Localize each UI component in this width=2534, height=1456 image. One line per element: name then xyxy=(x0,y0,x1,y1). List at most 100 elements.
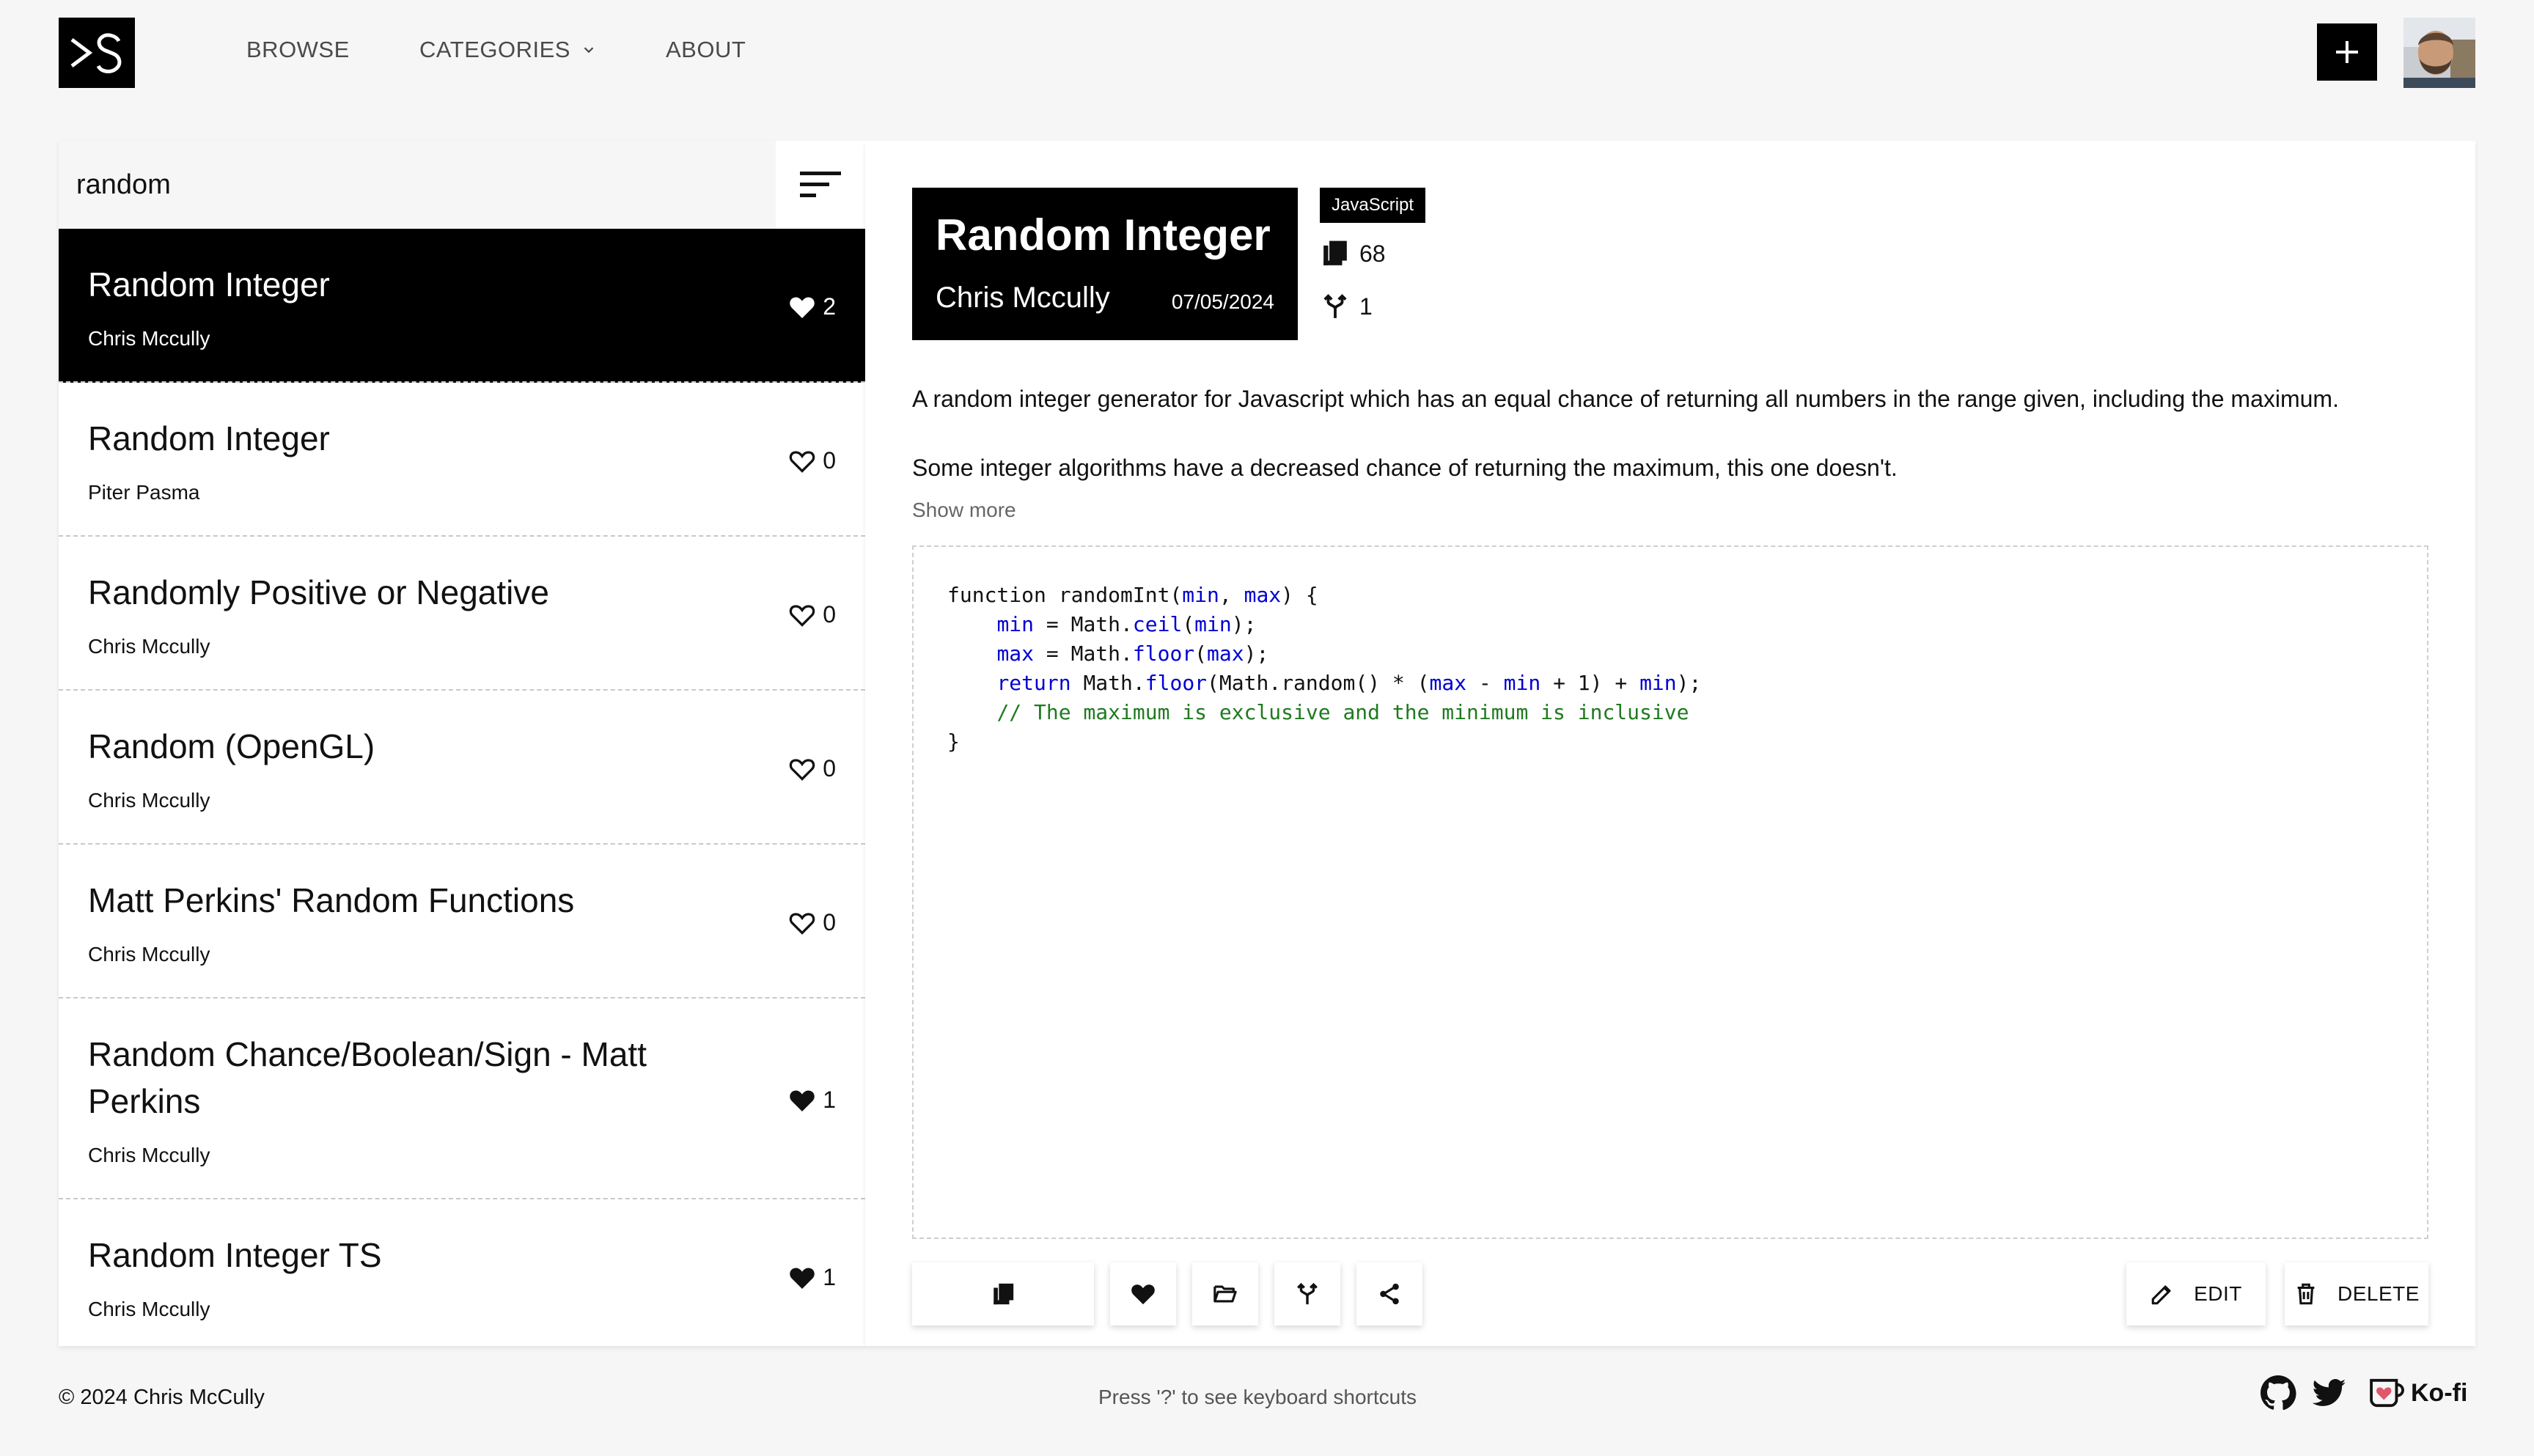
like-count-value: 0 xyxy=(823,909,836,935)
code-token: ceil xyxy=(1132,612,1183,636)
heart-icon xyxy=(1131,1284,1155,1305)
code-token: , xyxy=(1219,583,1244,607)
code-token: ); xyxy=(1676,671,1702,695)
github-link[interactable] xyxy=(2260,1375,2296,1411)
snippet-list-panel: Random Integer Chris Mccully 2 Random In… xyxy=(59,141,865,1346)
heart-icon xyxy=(790,1267,815,1289)
fork-button[interactable] xyxy=(1274,1262,1340,1326)
show-more-link[interactable]: Show more xyxy=(912,499,1016,522)
code-token: Math. xyxy=(1070,671,1145,695)
code-token: min xyxy=(996,612,1035,636)
copy-button[interactable] xyxy=(912,1262,1094,1326)
code-line: return Math.floor(Math.random() * (max -… xyxy=(947,669,1701,698)
language-badge[interactable]: JavaScript xyxy=(1320,188,1426,223)
code-line: min = Math.ceil(min); xyxy=(947,610,1701,639)
like-count-value: 1 xyxy=(823,1087,836,1113)
folder-open-icon xyxy=(1213,1285,1237,1303)
nav-categories[interactable]: CATEGORIES xyxy=(419,37,597,63)
fork-icon xyxy=(1297,1282,1318,1305)
code-token: = Math. xyxy=(1034,612,1133,636)
nav-browse[interactable]: BROWSE xyxy=(246,37,350,63)
code-token: max xyxy=(1429,671,1467,695)
heart-icon xyxy=(790,296,815,318)
kofi-cup-icon xyxy=(2370,1378,2404,1408)
fork-count: 1 xyxy=(1321,292,1373,321)
item-title: Random Integer xyxy=(88,419,330,457)
heart-outline-icon xyxy=(789,604,815,627)
code-token: ) { xyxy=(1281,583,1318,607)
code-token: - xyxy=(1466,671,1504,695)
nav-categories-label: CATEGORIES xyxy=(419,37,570,62)
item-title: Randomly Positive or Negative xyxy=(88,573,549,611)
code-token: floor xyxy=(1132,641,1195,666)
item-title: Random (OpenGL) xyxy=(88,727,375,765)
copy-icon xyxy=(994,1283,1014,1305)
snippet-author[interactable]: Chris Mccully xyxy=(936,282,1110,315)
list-item[interactable]: Random Integer Chris Mccully 2 xyxy=(59,229,865,383)
code-token: ( xyxy=(1182,612,1195,636)
search-input[interactable] xyxy=(59,141,776,229)
item-author: Chris Mccully xyxy=(88,327,210,350)
like-count-value: 0 xyxy=(823,755,836,782)
trash-icon xyxy=(2297,1283,2315,1305)
social-links: Ko-fi xyxy=(2260,1372,2467,1413)
like-count-value: 1 xyxy=(823,1264,836,1290)
like-count[interactable]: 1 xyxy=(789,1087,836,1114)
add-to-folder-button[interactable] xyxy=(1192,1262,1258,1326)
plus-icon xyxy=(2336,41,2358,63)
like-button[interactable] xyxy=(1110,1262,1176,1326)
heart-icon xyxy=(790,1089,815,1111)
code-token: // The maximum is exclusive and the mini… xyxy=(996,700,1689,724)
user-avatar[interactable] xyxy=(2403,18,2475,88)
code-block[interactable]: function randomInt(min, max) { min = Mat… xyxy=(912,545,2428,1239)
like-count[interactable]: 1 xyxy=(789,1264,836,1291)
list-item[interactable]: Random Chance/Boolean/Sign - Matt Perkin… xyxy=(59,999,865,1199)
nav-about[interactable]: ABOUT xyxy=(666,37,746,63)
twitter-icon xyxy=(2313,1379,2346,1406)
list-item[interactable]: Randomly Positive or Negative Chris Mccu… xyxy=(59,537,865,691)
snippet-title-card: Random Integer Chris Mccully 07/05/2024 xyxy=(912,188,1298,340)
code-token: function randomInt( xyxy=(947,583,1183,607)
share-button[interactable] xyxy=(1356,1262,1422,1326)
logo[interactable] xyxy=(59,18,135,88)
like-count[interactable]: 0 xyxy=(789,447,836,474)
copy-count: 68 xyxy=(1321,239,1386,268)
twitter-link[interactable] xyxy=(2313,1378,2346,1408)
add-snippet-button[interactable] xyxy=(2317,23,2377,81)
fork-icon xyxy=(1323,294,1347,318)
like-count[interactable]: 2 xyxy=(789,293,836,320)
share-icon xyxy=(1380,1283,1399,1305)
fork-count-value: 1 xyxy=(1359,293,1373,320)
snippet-description-1: A random integer generator for Javascrip… xyxy=(912,386,2339,412)
code-token: max xyxy=(996,641,1035,666)
snippet-detail-panel: Random Integer Chris Mccully 07/05/2024 … xyxy=(865,141,2475,1346)
like-count[interactable]: 0 xyxy=(789,755,836,782)
code-token: floor xyxy=(1145,671,1208,695)
code-line: max = Math.floor(max); xyxy=(947,639,1701,669)
avatar-image xyxy=(2403,18,2475,88)
list-item[interactable]: Matt Perkins' Random Functions Chris Mcc… xyxy=(59,845,865,999)
list-item[interactable]: Random (OpenGL) Chris Mccully 0 xyxy=(59,691,865,845)
pencil-icon xyxy=(2151,1285,2171,1305)
snippet-title: Random Integer xyxy=(936,210,1271,260)
kofi-link[interactable]: Ko-fi xyxy=(2368,1378,2467,1408)
copy-count-value: 68 xyxy=(1359,240,1386,267)
sort-button[interactable] xyxy=(776,141,865,229)
kofi-label: Ko-fi xyxy=(2411,1378,2468,1407)
like-count[interactable]: 0 xyxy=(789,601,836,628)
like-count[interactable]: 0 xyxy=(789,909,836,936)
heart-outline-icon xyxy=(789,912,815,935)
list-item[interactable]: Random Integer TS Chris Mccully 1 xyxy=(59,1199,865,1346)
code-line: // The maximum is exclusive and the mini… xyxy=(947,698,1701,727)
code-token: min xyxy=(1182,583,1219,607)
edit-button[interactable]: EDIT xyxy=(2126,1262,2266,1326)
list-item[interactable]: Random Integer Piter Pasma 0 xyxy=(59,383,865,537)
delete-button-label: DELETE xyxy=(2337,1282,2420,1305)
code-token: min xyxy=(1639,671,1677,695)
sort-icon xyxy=(800,172,841,197)
delete-button[interactable]: DELETE xyxy=(2285,1262,2428,1326)
github-icon xyxy=(2261,1375,2296,1411)
